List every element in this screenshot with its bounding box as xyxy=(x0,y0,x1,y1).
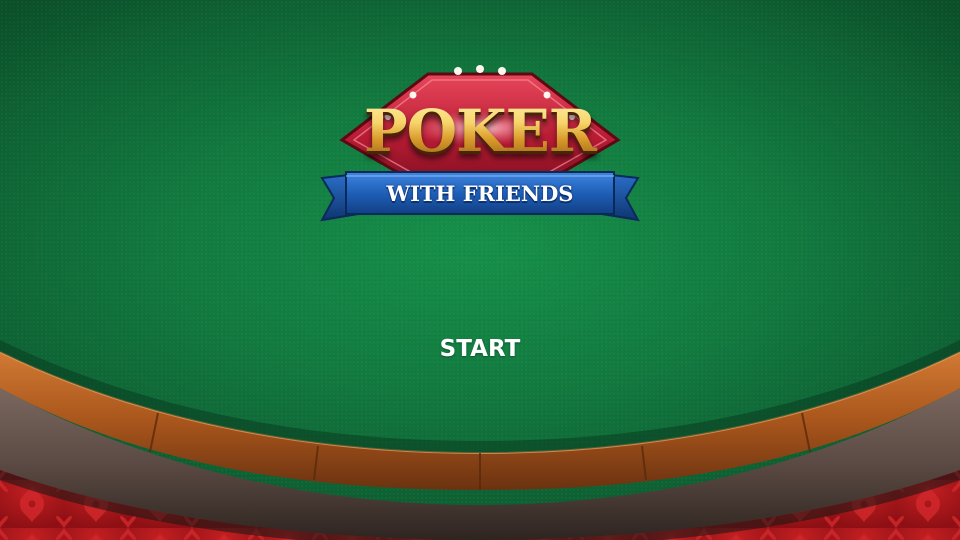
poker-title-screen: POKER WITH FRIENDS START xyxy=(0,0,960,540)
logo-title: POKER xyxy=(318,96,642,166)
logo-subtitle: WITH FRIENDS xyxy=(386,181,574,206)
poker-with-friends-logo: POKER WITH FRIENDS xyxy=(318,62,642,227)
start-button[interactable]: START xyxy=(420,330,540,368)
